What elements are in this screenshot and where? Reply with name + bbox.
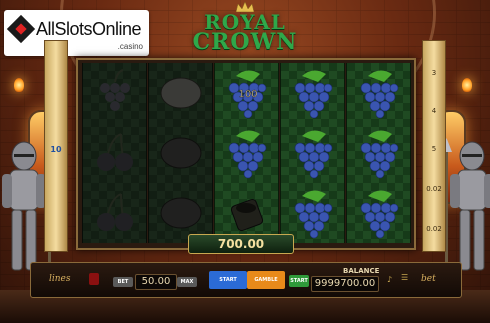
reels-area: 100 [76,58,416,250]
cherry-symbol [83,123,146,183]
payline-number[interactable]: 4 [423,107,445,115]
payline-number[interactable]: 3 [423,69,445,77]
lemon-icon [160,197,201,229]
lemon-symbol [149,123,212,183]
cherry-symbol [83,183,146,243]
sound-icon[interactable]: ♪ [387,275,392,284]
auto-button[interactable]: START [209,271,247,289]
reel-1 [82,63,147,243]
lemon-icon [160,137,201,169]
grapes-symbol: 100 [215,63,278,123]
torch-right-icon [462,78,472,92]
start-button[interactable]: START [289,275,309,287]
grapes-symbol [347,63,410,123]
reel-5 [346,63,411,243]
payline-number[interactable]: 5 [423,145,445,153]
title-line-2: CROWN [192,29,298,55]
bucket-icon [230,198,263,232]
gamble-button[interactable]: GAMBLE [247,271,285,289]
reel-4 [280,63,345,243]
plum-symbol [83,63,146,123]
lemon-icon [160,77,201,109]
grapes-symbol [347,183,410,243]
lines-label[interactable]: lines [49,274,71,284]
logo-text: AllSlotsOnline [36,19,142,39]
lemon-symbol [149,63,212,123]
payline-number[interactable]: 0.02 [423,225,445,233]
grapes-symbol [281,123,344,183]
grapes-icon: 100 [228,70,266,119]
paylines-left: 10 [44,40,68,252]
settings-icon[interactable]: ☰ [401,273,408,282]
casino-logo: AllSlotsOnline .casino [4,10,149,56]
payline-number-left[interactable]: 10 [45,145,67,154]
game-title: ROYAL CROWN [175,12,315,55]
grapes-icon [294,70,332,119]
payline-number[interactable]: 0.02 [423,185,445,193]
grapes-icon [360,70,398,119]
grapes-icon [294,190,332,239]
grapes-icon [294,130,332,179]
grapes-symbol [347,123,410,183]
reel-2 [148,63,213,243]
info-icon[interactable] [89,273,99,285]
reel-3: 100 [214,63,279,243]
cherry-icon [96,133,133,171]
bet-max-button[interactable]: MAX [177,277,197,287]
logo-subtext: .casino [117,42,143,51]
balance-label: BALANCE [343,267,380,275]
logo-diamond-icon [6,14,36,44]
cherry-icon [96,193,133,231]
torch-left-icon [14,78,24,92]
win-amount: 700.00 [188,234,294,254]
grapes-symbol [281,63,344,123]
grapes-icon [360,130,398,179]
svg-text:100: 100 [238,89,257,100]
paylines-right: 3 4 5 0.02 0.02 [422,40,446,252]
plum-icon [99,69,130,111]
balance-display: 9999700.00 [311,276,379,292]
grapes-icon [360,190,398,239]
control-bar: lines BET 50.00 MAX START GAMBLE START B… [30,262,462,298]
grapes-symbol [215,123,278,183]
grapes-icon [228,130,266,179]
bet-label[interactable]: bet [421,274,436,284]
bet-minus-button[interactable]: BET [113,277,133,287]
bet-value-display: 50.00 [135,274,177,290]
